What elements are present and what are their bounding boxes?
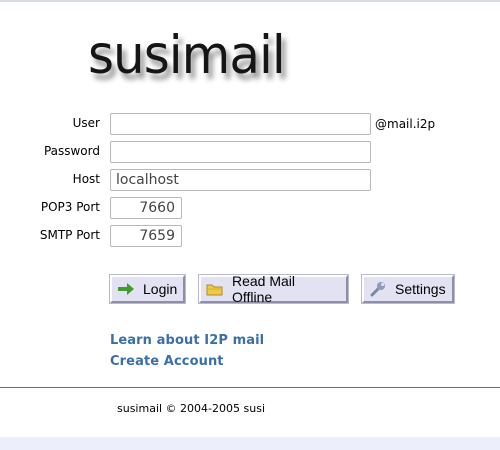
user-input[interactable] (110, 113, 371, 135)
domain-suffix: @mail.i2p (375, 117, 436, 131)
links-section: Learn about I2P mail Create Account (110, 333, 264, 375)
learn-about-i2p-mail-link[interactable]: Learn about I2P mail (110, 333, 264, 348)
host-label: Host (72, 172, 100, 186)
pop3-port-label: POP3 Port (40, 200, 100, 214)
read-mail-offline-label: Read Mail Offline (232, 273, 296, 305)
password-label: Password (43, 144, 100, 158)
smtp-port-row: SMTP Port (0, 225, 500, 247)
password-input[interactable] (110, 141, 371, 163)
host-input[interactable] (110, 169, 371, 191)
read-mail-offline-button[interactable]: Read Mail Offline (199, 273, 348, 305)
folder-icon (206, 281, 224, 297)
wrench-icon (369, 281, 387, 297)
right-arrow-icon (117, 281, 135, 297)
pop3-port-input[interactable] (110, 197, 182, 219)
smtp-port-label: SMTP Port (39, 228, 100, 242)
bottom-band (0, 437, 500, 450)
user-label: User (72, 116, 100, 130)
logo-text: susimail (88, 24, 286, 86)
user-row: User @mail.i2p (0, 113, 500, 135)
settings-label: Settings (395, 281, 446, 297)
password-row: Password (0, 141, 500, 163)
pop3-port-row: POP3 Port (0, 197, 500, 219)
login-label: Login (143, 281, 178, 297)
login-button[interactable]: Login (110, 275, 185, 303)
settings-button[interactable]: Settings (362, 275, 454, 303)
susimail-logo: susimail (84, 14, 324, 104)
footer-divider (0, 387, 500, 388)
footer-text: susimail © 2004-2005 susi (117, 402, 265, 415)
smtp-port-input[interactable] (110, 225, 182, 247)
create-account-link[interactable]: Create Account (110, 354, 264, 369)
top-border (0, 0, 500, 2)
host-row: Host (0, 169, 500, 191)
